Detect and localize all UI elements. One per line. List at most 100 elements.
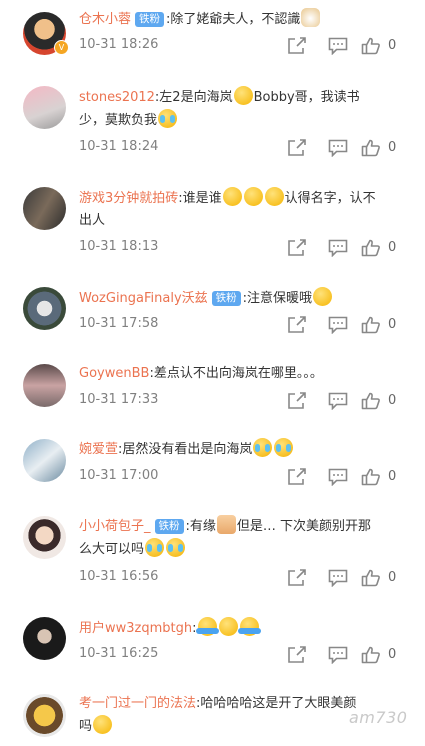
comment-text: 用户ww3zqmbtgh: <box>79 617 379 640</box>
comment-text: 仓木小蓉 铁粉:除了姥爺夫人，不認識 <box>79 8 379 31</box>
comment-actions: 0 <box>275 569 425 589</box>
cat-emoji-icon <box>301 8 321 27</box>
avatar[interactable] <box>23 439 66 482</box>
comment-username[interactable]: 仓木小蓉 <box>79 12 131 27</box>
share-icon[interactable] <box>287 392 307 414</box>
share-icon[interactable] <box>287 468 307 490</box>
comment-content: :居然没有看出是向海岚 <box>118 442 253 457</box>
share-icon[interactable] <box>287 316 307 338</box>
like-icon[interactable] <box>361 468 381 490</box>
comment-icon[interactable] <box>328 646 348 668</box>
laugh-cry-emoji-icon <box>274 438 294 457</box>
comment-icon[interactable] <box>328 139 348 161</box>
hug-emoji-icon <box>237 617 261 636</box>
avatar[interactable] <box>23 187 66 230</box>
comment-username[interactable]: 游戏3分钟就拍砖 <box>79 191 178 206</box>
comment-text: 小小荷包子_ 铁粉:有缘 但是… 下次美颜别开那么大可以吗 <box>79 515 379 561</box>
kiss-emoji-icon <box>218 617 238 636</box>
comment-icon[interactable] <box>328 239 348 261</box>
comment-actions: 0 <box>275 239 425 259</box>
comment-actions: 0 <box>275 646 425 666</box>
like-icon[interactable] <box>361 37 381 59</box>
comment-content: :差点认不出向海岚在哪里。。。 <box>149 366 323 381</box>
comment-content: :谁是谁 <box>178 191 222 206</box>
fan-badge[interactable]: 铁粉 <box>211 291 241 306</box>
comment-time: 10-31 17:00 <box>79 468 159 483</box>
thumbs-up-emoji-icon <box>216 515 236 534</box>
comment-username[interactable]: 用户ww3zqmbtgh <box>79 621 192 636</box>
comment-time: 10-31 17:33 <box>79 392 159 407</box>
like-icon[interactable] <box>361 316 381 338</box>
avatar[interactable] <box>23 617 66 660</box>
comment-icon[interactable] <box>328 569 348 591</box>
avatar[interactable] <box>23 516 66 559</box>
comment-icon[interactable] <box>328 468 348 490</box>
avatar[interactable] <box>23 287 66 330</box>
comment-content: :有缘 <box>185 519 216 534</box>
comment-text: 游戏3分钟就拍砖:谁是谁 认得名字，认不出人 <box>79 187 379 232</box>
comment-time: 10-31 18:13 <box>79 239 159 254</box>
comment-content: :左2是向海岚 <box>154 90 233 105</box>
thinking-emoji-icon <box>243 187 263 206</box>
like-count: 0 <box>388 570 397 585</box>
like-icon[interactable] <box>361 139 381 161</box>
avatar[interactable] <box>23 694 66 737</box>
comment-text: WozGingaFinaly沃兹 铁粉:注意保暖哦 <box>79 287 379 310</box>
comment-content: :除了姥爺夫人，不認識 <box>166 12 301 27</box>
crying-emoji-icon <box>158 109 178 128</box>
comment-content: :哈哈哈哈这是开了大眼美颜 <box>196 696 357 711</box>
comment-time: 10-31 16:56 <box>79 569 159 584</box>
thinking-emoji-icon <box>222 187 242 206</box>
comment-time: 10-31 18:26 <box>79 37 159 52</box>
like-icon[interactable] <box>361 569 381 591</box>
fan-badge[interactable]: 铁粉 <box>135 12 165 27</box>
comment-username[interactable]: WozGingaFinaly沃兹 <box>79 291 208 306</box>
like-count: 0 <box>388 140 397 155</box>
like-count: 0 <box>388 240 397 255</box>
comment-time: 10-31 16:25 <box>79 646 159 661</box>
comment-username[interactable]: 婉爱萱 <box>79 442 118 457</box>
laugh-cry-emoji-icon <box>145 538 165 557</box>
comment-username[interactable]: stones2012 <box>79 90 155 105</box>
comment-content: :注意保暖哦 <box>242 291 313 306</box>
like-icon[interactable] <box>361 392 381 414</box>
comment-text: GoywenBB:差点认不出向海岚在哪里。。。 <box>79 363 379 385</box>
like-count: 0 <box>388 38 397 53</box>
comment-text: 考一门过一门的法法:哈哈哈哈这是开了大眼美颜吗 <box>79 693 379 738</box>
share-icon[interactable] <box>287 646 307 668</box>
hug-emoji-icon <box>195 617 219 636</box>
laugh-cry-emoji-icon <box>253 438 273 457</box>
like-count: 0 <box>388 469 397 484</box>
share-icon[interactable] <box>287 569 307 591</box>
comment-username[interactable]: 小小荷包子_ <box>79 519 151 534</box>
share-icon[interactable] <box>287 139 307 161</box>
thinking-emoji-icon <box>233 86 253 105</box>
verified-badge: V <box>54 40 69 55</box>
avatar[interactable] <box>23 86 66 129</box>
comment-actions: 0 <box>275 37 425 57</box>
comment-content-cont: 吗 <box>79 719 93 734</box>
like-icon[interactable] <box>361 239 381 261</box>
comment-text: stones2012:左2是向海岚 Bobby哥，我读书少，莫欺负我 <box>79 86 379 132</box>
share-icon[interactable] <box>287 37 307 59</box>
comment-username[interactable]: GoywenBB <box>79 366 149 381</box>
comment-actions: 0 <box>275 468 425 488</box>
watermark: am730 <box>349 708 408 727</box>
comment-text: 婉爱萱:居然没有看出是向海岚 <box>79 438 379 461</box>
fan-badge[interactable]: 铁粉 <box>154 519 184 534</box>
laugh-cry-emoji-icon <box>166 538 186 557</box>
like-count: 0 <box>388 393 397 408</box>
comment-username[interactable]: 考一门过一门的法法 <box>79 696 196 711</box>
like-count: 0 <box>388 647 397 662</box>
like-icon[interactable] <box>361 646 381 668</box>
comment-actions: 0 <box>275 316 425 336</box>
comment-actions: 0 <box>275 139 425 159</box>
cold-emoji-icon <box>313 287 333 306</box>
comment-icon[interactable] <box>328 316 348 338</box>
like-count: 0 <box>388 317 397 332</box>
comment-icon[interactable] <box>328 37 348 59</box>
smirk-emoji-icon <box>93 715 113 734</box>
share-icon[interactable] <box>287 239 307 261</box>
avatar[interactable] <box>23 364 66 407</box>
comment-icon[interactable] <box>328 392 348 414</box>
